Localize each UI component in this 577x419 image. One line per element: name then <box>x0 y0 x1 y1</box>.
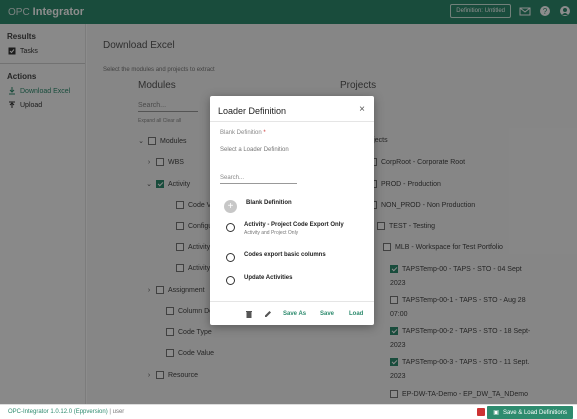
option-label: Blank Definition <box>246 200 292 206</box>
definition-search-input[interactable]: Search... <box>220 175 297 184</box>
option-label: Codes export basic columns <box>244 252 326 258</box>
footer-app-name: OPC-Integrator <box>8 409 49 415</box>
definition-field-label-text: Blank Definition <box>220 130 262 136</box>
save-as-button[interactable]: Save As <box>283 311 306 317</box>
footer-status-icons <box>477 408 485 416</box>
close-icon[interactable]: × <box>359 104 365 115</box>
radio-button[interactable] <box>226 276 235 285</box>
option-text: Activity - Project Code Export Only Activ… <box>244 222 344 236</box>
dialog-header-divider <box>210 121 374 122</box>
definition-option[interactable]: + Blank Definition <box>224 200 292 213</box>
modal-backdrop-top <box>0 0 577 24</box>
add-icon[interactable]: + <box>224 200 237 213</box>
definition-option[interactable]: Codes export basic columns <box>226 252 326 262</box>
definition-select[interactable]: Select a Loader Definition <box>220 147 289 153</box>
option-label: Activity - Project Code Export Only <box>244 222 344 228</box>
edit-icon[interactable] <box>264 310 272 318</box>
definition-option[interactable]: Activity - Project Code Export Only Activ… <box>226 222 344 236</box>
save-load-label: Save & Load Definitions <box>502 409 567 416</box>
radio-button[interactable] <box>226 253 235 262</box>
delete-icon[interactable] <box>245 310 253 318</box>
dialog-footer: Save As Save Load <box>210 301 374 325</box>
option-sublabel: Activity and Project Only <box>244 230 299 236</box>
radio-button[interactable] <box>226 223 235 232</box>
definition-field-label: Blank Definition * <box>220 130 266 136</box>
option-text: Blank Definition <box>246 200 292 206</box>
required-mark: * <box>263 130 266 136</box>
footer-user: | user <box>109 409 125 415</box>
dialog-title: Loader Definition <box>218 106 287 116</box>
loader-definition-dialog: Loader Definition × Blank Definition * S… <box>210 96 374 325</box>
save-load-definitions-button[interactable]: ▣ Save & Load Definitions <box>487 406 573 419</box>
alert-icon[interactable] <box>477 408 485 416</box>
load-button[interactable]: Load <box>349 311 363 317</box>
footer-bar: OPC-Integrator 1.0.12.0 (Eppversion) | u… <box>0 404 577 419</box>
footer-version: 1.0.12.0 (Eppversion) <box>50 409 108 415</box>
option-label: Update Activities <box>244 275 293 281</box>
save-icon: ▣ <box>493 410 499 416</box>
definition-option[interactable]: Update Activities <box>226 275 292 285</box>
save-button[interactable]: Save <box>320 311 334 317</box>
option-text: Codes export basic columns <box>244 252 326 258</box>
version-info: OPC-Integrator 1.0.12.0 (Eppversion) | u… <box>8 409 124 415</box>
option-text: Update Activities <box>244 275 292 281</box>
